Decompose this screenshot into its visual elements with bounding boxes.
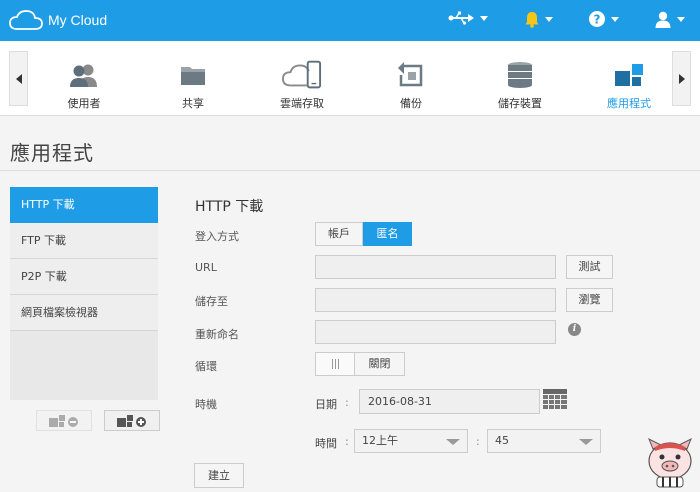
chevron-down-icon [677,17,685,22]
nav-item-label: 共享 [182,97,204,110]
nav-item-storage[interactable]: 儲存裝置 [465,41,575,116]
backup-icon [398,62,423,87]
login-method-label: 登入方式 [195,230,239,243]
separator: : [345,435,349,448]
url-label: URL [195,261,217,274]
cloud-device-icon [282,60,322,89]
login-anonymous-option[interactable]: 匿名 [363,222,412,246]
app-list-item-p2p[interactable]: P2P 下載 [10,259,158,295]
rename-label: 重新命名 [195,328,239,341]
chevron-down-icon [480,15,488,21]
folder-icon [181,67,205,85]
test-button[interactable]: 測試 [566,255,613,279]
create-button[interactable]: 建立 [194,463,244,488]
chevron-left-icon [15,73,22,84]
chevron-down-icon [545,17,553,22]
browse-button[interactable]: 瀏覽 [566,288,613,312]
cloud-logo-icon [9,10,43,30]
chevron-down-icon [611,16,619,22]
date-label: 日期 [315,398,337,411]
alerts-menu[interactable] [525,11,553,28]
nav-item-cloud-access[interactable]: 雲端存取 [247,41,357,116]
nav-item-label: 備份 [400,97,422,110]
nav-item-label: 儲存裝置 [498,97,542,110]
info-icon[interactable]: i [568,323,581,336]
divider [0,170,700,171]
nav-item-backup[interactable]: 備份 [356,41,466,116]
svg-text:?: ? [594,13,601,27]
form-title: HTTP 下載 [195,199,264,215]
remove-app-icon [49,414,78,427]
minute-value: 45 [495,434,509,447]
add-app-button[interactable] [104,410,160,431]
login-method-selector: 帳戶 匿名 [315,222,412,246]
pig-mascot-icon [648,437,692,488]
page-title: 應用程式 [10,141,94,165]
nav-prev-button[interactable] [9,51,28,106]
repeat-state: 關閉 [355,352,405,376]
nav-item-users[interactable]: 使用者 [29,41,139,116]
storage-icon [508,62,532,88]
hour-value: 12上午 [362,434,398,447]
remove-app-button[interactable] [36,410,92,431]
app-list: HTTP 下載 FTP 下載 P2P 下載 網頁檔案檢視器 [10,187,158,400]
nav-item-apps[interactable]: 應用程式 [574,41,684,116]
chevron-down-icon [579,439,593,445]
add-app-icon [117,414,146,427]
calendar-icon[interactable] [543,389,567,411]
url-input[interactable] [315,255,556,279]
nav-item-label: 使用者 [67,97,101,110]
date-input[interactable]: 2016-08-31 [359,389,540,414]
apps-icon [615,64,643,86]
chevron-down-icon [446,439,460,445]
save-to-input[interactable] [315,288,556,312]
app-list-item-ftp[interactable]: FTP 下載 [10,223,158,259]
app-title: My Cloud [48,12,108,28]
rename-input[interactable] [315,320,556,344]
repeat-toggle[interactable]: 關閉 [315,352,405,376]
main-nav: 使用者 共享 雲端存取 備份 儲存裝置 應用程式 [0,41,700,116]
brand[interactable]: My Cloud [9,9,107,31]
user-icon [655,11,671,28]
nav-item-shares[interactable]: 共享 [138,41,248,116]
hour-select[interactable]: 12上午 [354,429,468,453]
top-bar: My Cloud ? [0,0,700,41]
repeat-label: 循環 [195,360,217,373]
separator: : [345,396,349,409]
app-list-item-web-viewer[interactable]: 網頁檔案檢視器 [10,295,158,331]
help-menu[interactable]: ? [589,11,619,27]
usb-menu[interactable] [448,11,488,25]
bell-icon [525,12,539,28]
help-icon: ? [589,11,605,27]
login-account-option[interactable]: 帳戶 [315,222,363,246]
toggle-handle [315,352,355,376]
nav-item-label: 雲端存取 [280,97,324,110]
nav-item-label: 應用程式 [607,97,651,110]
time-label: 時間 [315,437,337,450]
separator: : [476,435,480,448]
user-menu[interactable] [655,11,685,28]
app-list-item-http[interactable]: HTTP 下載 [10,187,158,223]
save-to-label: 儲存至 [195,295,228,308]
timing-label: 時機 [195,398,217,411]
users-icon [70,64,97,87]
minute-select[interactable]: 45 [487,429,601,453]
usb-icon [448,11,474,25]
